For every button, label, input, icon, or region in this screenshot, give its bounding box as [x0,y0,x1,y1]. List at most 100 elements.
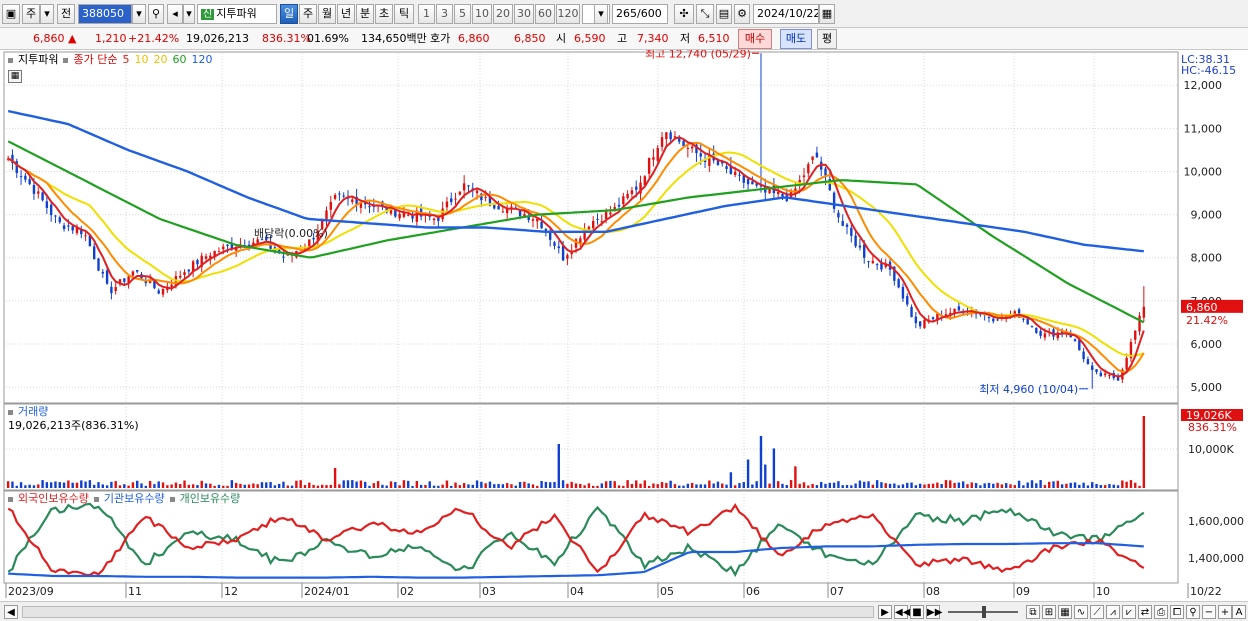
volume-bar [613,481,616,488]
crosshair-icon[interactable]: ✣ [674,4,694,24]
interval-120[interactable]: 120 [556,4,580,24]
scroll-right-icon[interactable]: ▶ [878,605,892,619]
stock-name-field[interactable]: 신 지투파워 [197,4,277,24]
volume-bar [557,444,560,488]
indicator-icon[interactable]: ∿ [1074,605,1088,619]
volume-bar [1048,481,1051,488]
calculator-icon[interactable]: ▦ [8,70,22,83]
volume-bar [71,482,74,488]
price-y-tick: 8,000 [1191,252,1223,265]
tab-week[interactable]: 주 [299,4,317,24]
zoom-slider-handle[interactable] [982,606,986,618]
compare-icon[interactable]: ⇄ [1138,605,1152,619]
volume-bar [708,480,711,488]
volume-bar [437,485,440,488]
count-field[interactable]: 265/600 [612,4,668,24]
interval-60[interactable]: 60 [535,4,555,24]
tab-second[interactable]: 초 [375,4,393,24]
volume-subtitle: 19,026,213주(836.31%) [8,419,139,432]
interval-10[interactable]: 10 [472,4,492,24]
volume-bar [75,482,79,488]
volume-bar [996,482,999,488]
volume-bar [781,483,784,488]
chart-svg[interactable]: 최고 12,740 (05/29) 최저 4,960 (10/04) 배당락(0.0… [0,50,1248,601]
interval-30[interactable]: 30 [514,4,534,24]
copy-icon[interactable]: ⧠ [1170,605,1184,619]
average-button[interactable]: 평 [817,29,837,49]
tab-tick[interactable]: 틱 [394,4,414,24]
volume-bar [669,480,672,488]
volume-bar [11,481,14,488]
price-legend: 지투파워 종가 단순 5 10 20 60 120 [8,53,217,67]
code-dropdown-icon[interactable]: ▾ [132,4,146,24]
candle-body [1134,330,1137,340]
volume-bar [785,485,788,488]
sound-dropdown-icon[interactable]: ▾ [183,4,195,24]
candle-body [497,205,500,210]
dropdown-arrow-icon[interactable]: ▾ [40,4,54,24]
interval-3[interactable]: 3 [436,4,453,24]
trend-icon[interactable]: ⟋ [1090,605,1104,619]
interval-20[interactable]: 20 [493,4,513,24]
volume-bar [170,484,173,488]
volume-bar [776,481,780,488]
volume-bar [1099,485,1103,488]
zoom-out-icon[interactable]: − [1202,605,1216,619]
grid-icon[interactable]: ▦ [1058,605,1072,619]
window-icon[interactable]: ▣ [2,4,20,24]
print-icon[interactable]: ⎙ [1154,605,1168,619]
candle-body [738,174,741,176]
candle-body [690,146,694,149]
rewind-icon[interactable]: ◀◀ [894,605,910,619]
pattern-icon[interactable]: ⩘ [1106,605,1120,619]
volume-bar [1052,481,1055,488]
gear-icon[interactable]: ⚙ [734,4,750,24]
legend-ma-title: 종가 단순 [73,53,118,66]
split-icon[interactable]: ⊞ [1042,605,1056,619]
interval-dropdown-icon[interactable]: ▾ [594,4,608,24]
stock-code-input[interactable]: 388050 [78,4,132,24]
draw-tool-icon[interactable]: ⤡ [696,4,714,24]
date-field[interactable]: 2024/10/22 [753,4,819,24]
save-icon[interactable]: ▤ [716,4,732,24]
font-size-icon[interactable]: A [1232,605,1246,619]
scroll-track[interactable] [22,606,874,618]
volume-bar [587,483,591,488]
volume-bar [110,481,113,488]
zoom-search-icon[interactable]: ⚲ [1186,605,1200,619]
chart-type-icon[interactable]: ⩗ [1122,605,1136,619]
volume-bar [802,482,806,488]
tab-day[interactable]: 일 [280,4,298,24]
tab-minute[interactable]: 분 [356,4,374,24]
candle-body [678,138,681,142]
layout-icon[interactable]: ⧉ [1026,605,1040,619]
candle-body [807,164,810,174]
candle-body [910,306,913,318]
volume-bar [381,484,384,488]
calendar-icon[interactable]: ▦ [819,4,835,24]
bottom-scrollbar: ◀ ▶ ◀◀ ■ ▶▶ ⧉ ⊞ ▦ ∿ ⟋ ⩘ ⩗ ⇄ ⎙ ⧠ ⚲ − + A [0,601,1248,621]
period-week-tab[interactable]: 주 [22,4,40,24]
volume-bar [906,482,909,488]
sound-icon[interactable]: ◂ [167,4,183,24]
zoom-in-icon[interactable]: + [1218,605,1232,619]
count-total: /600 [637,7,662,20]
fast-forward-icon[interactable]: ▶▶ [926,605,942,619]
price-y-tick: 11,000 [1184,122,1223,135]
volume-bar [312,484,315,488]
candle-body [1103,373,1107,376]
tab-year[interactable]: 년 [337,4,355,24]
scroll-left-icon[interactable]: ◀ [4,605,18,619]
volume-bar [247,484,251,488]
stop-icon[interactable]: ■ [910,605,924,619]
interval-5[interactable]: 5 [454,4,471,24]
search-icon[interactable]: ⚲ [148,4,164,24]
sell-button[interactable]: 매도 [780,29,812,49]
candle-body [32,185,36,194]
prev-button[interactable]: 전 [57,4,75,24]
interval-1[interactable]: 1 [418,4,435,24]
volume-bar [712,483,715,488]
buy-button[interactable]: 매수 [738,29,772,49]
candle-body [630,190,634,195]
tab-month[interactable]: 월 [318,4,336,24]
